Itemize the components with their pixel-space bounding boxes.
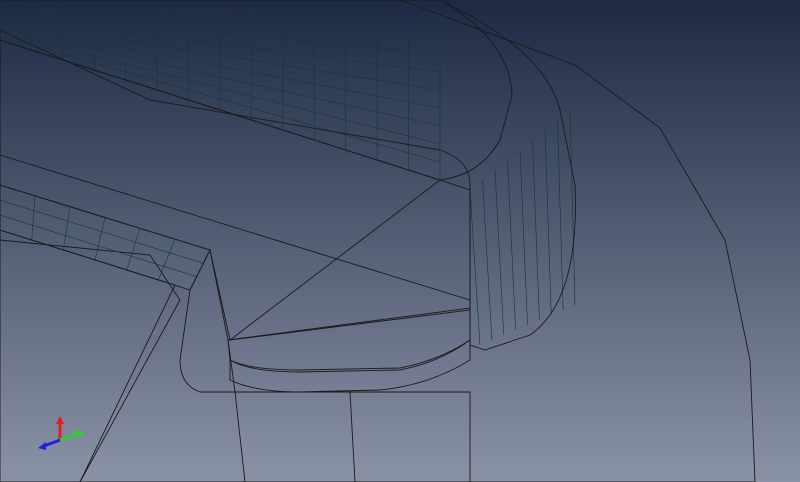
3d-viewport[interactable]	[0, 0, 800, 482]
model-scene[interactable]	[0, 0, 800, 482]
